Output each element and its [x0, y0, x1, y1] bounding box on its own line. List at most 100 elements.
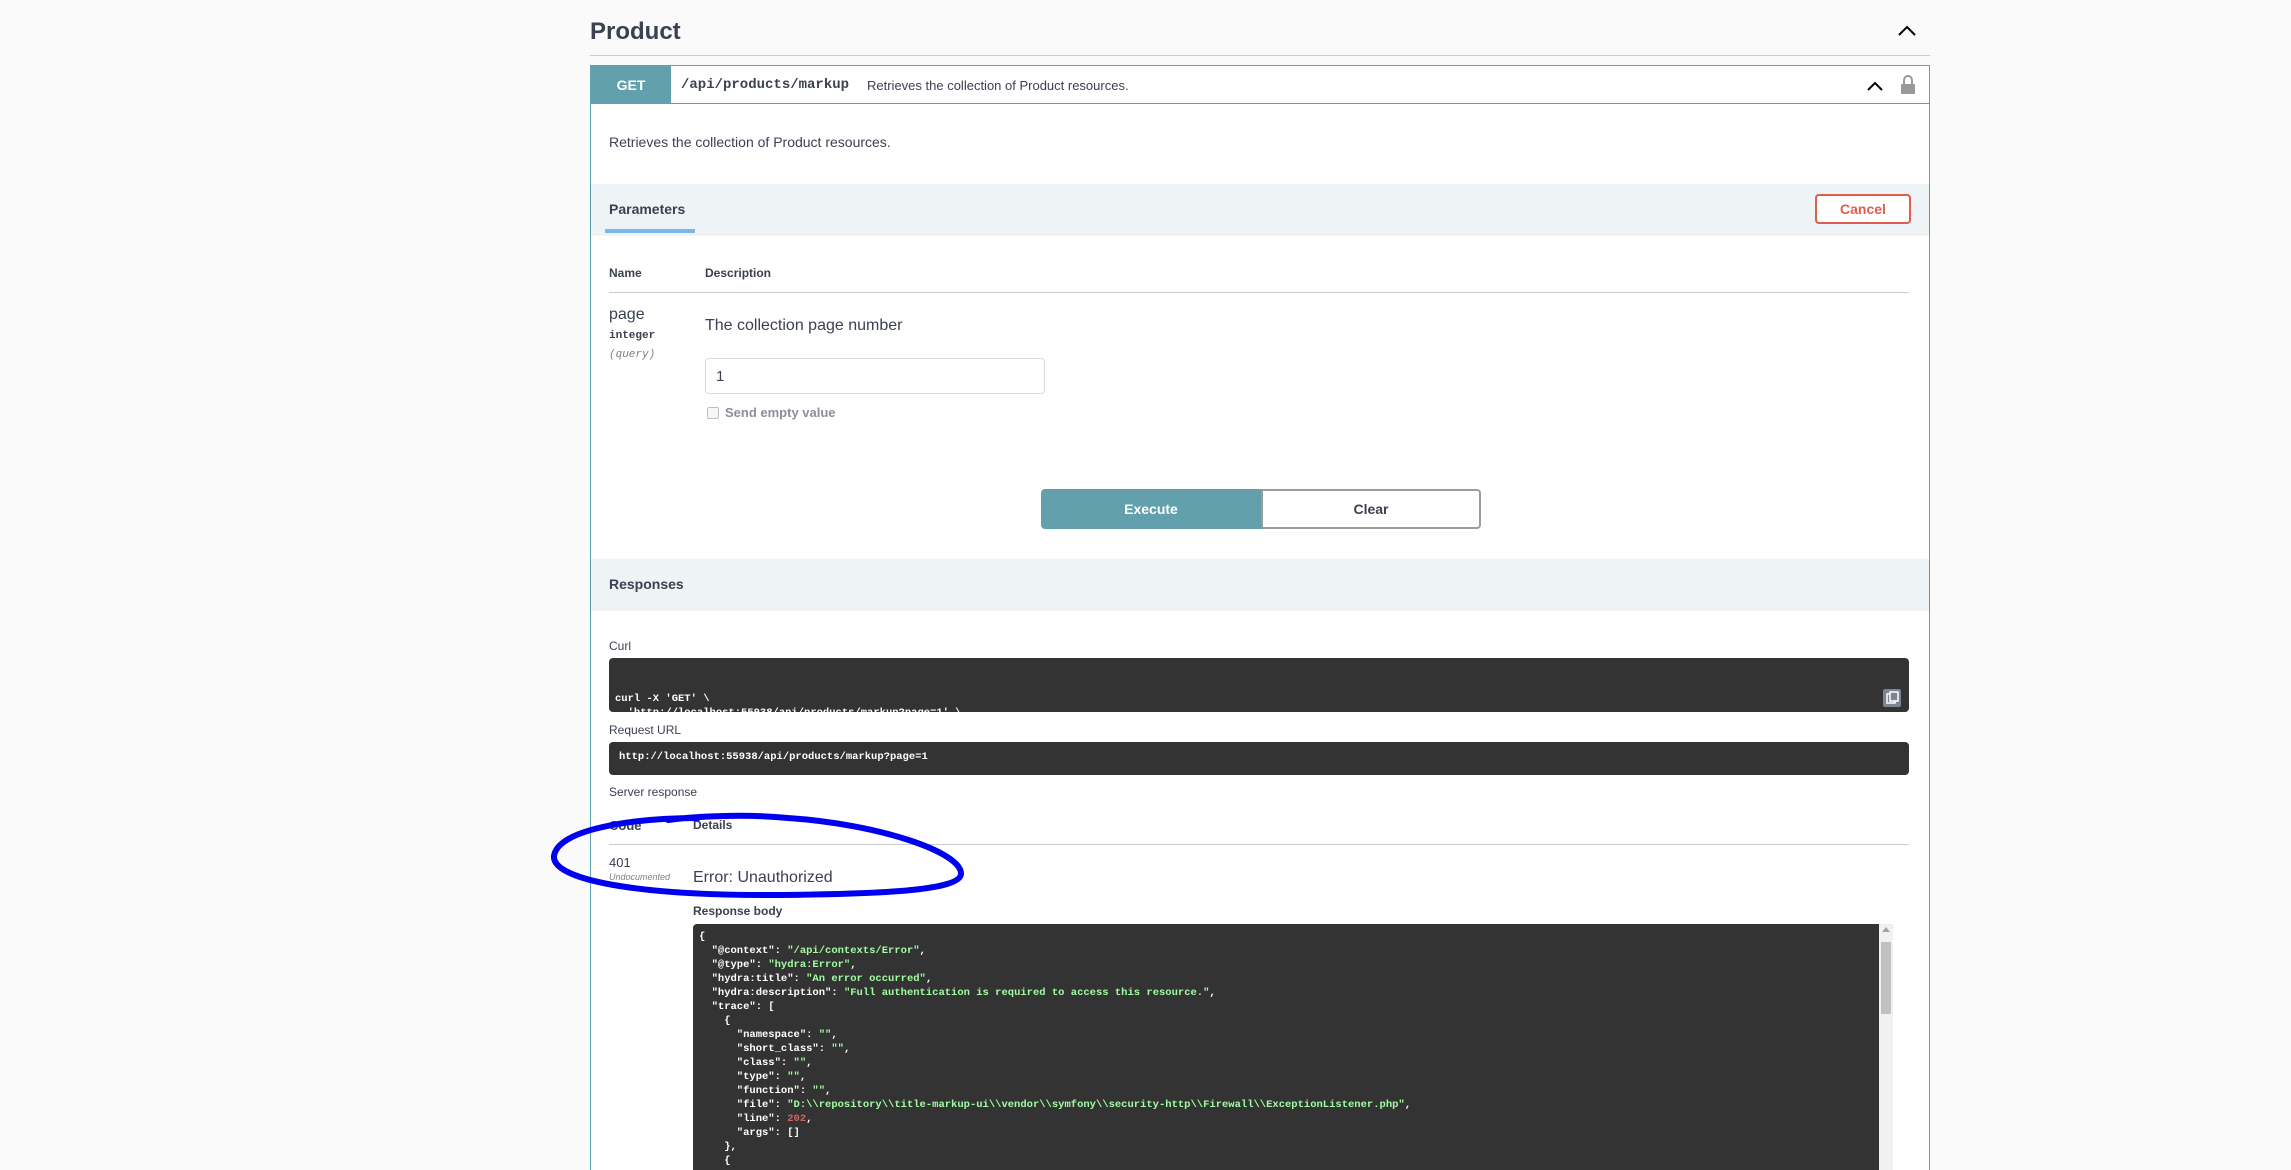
execute-button[interactable]: Execute [1041, 489, 1261, 529]
curl-label: Curl [609, 639, 632, 653]
json-token: "@context": [699, 945, 788, 957]
json-line: "function": "", [699, 1084, 1411, 1098]
lock-icon[interactable] [1899, 74, 1917, 96]
send-empty-label: Send empty value [725, 405, 836, 420]
json-token: { [699, 1015, 731, 1027]
json-string: "/api/contexts/Error" [787, 945, 920, 957]
json-line: "hydra:description": "Full authenticatio… [699, 986, 1411, 1000]
tag-title: Product [590, 18, 681, 45]
param-type: integer [609, 330, 656, 342]
json-line: { [699, 930, 1411, 944]
server-response-label: Server response [609, 785, 698, 799]
json-token: , [919, 945, 926, 957]
responses-header: Responses [591, 559, 1929, 609]
column-description-header: Description [705, 266, 772, 280]
operation-summary[interactable]: GET /api/products/markup Retrieves the c… [591, 66, 1929, 104]
json-token: "class": [699, 1057, 794, 1069]
status-code: 401 [609, 855, 631, 870]
json-token: { [699, 1155, 731, 1167]
json-line: { [699, 1014, 1411, 1028]
responses-title: Responses [609, 576, 684, 592]
json-line: "trace": [ [699, 1000, 1411, 1014]
json-token: , [843, 1043, 851, 1055]
chevron-up-icon[interactable] [1865, 76, 1885, 96]
param-description: The collection page number [705, 317, 903, 334]
parameters-header: Parameters Cancel [591, 184, 1929, 234]
curl-command-box[interactable]: curl -X 'GET' \ 'http://localhost:55938/… [609, 658, 1909, 733]
request-url-box[interactable]: http://localhost:55938/api/products/mark… [609, 742, 1909, 775]
response-body-box[interactable]: { "@context": "/api/contexts/Error", "@t… [693, 924, 1893, 1170]
param-name: page [609, 306, 645, 323]
json-token: , [799, 1071, 807, 1083]
json-line: "short_class": "", [699, 1042, 1411, 1056]
json-token: "trace": [ [699, 1001, 775, 1013]
json-line: { [699, 1154, 1411, 1168]
json-token: "hydra:description": [699, 987, 844, 999]
clear-button[interactable]: Clear [1261, 489, 1481, 529]
undocumented-label: Undocumented [609, 872, 671, 882]
curl-command-text: curl -X 'GET' \ 'http://localhost:55938/… [615, 692, 1903, 734]
json-token: , [825, 1085, 832, 1097]
scroll-up-icon[interactable] [1882, 927, 1890, 932]
operation-block: GET /api/products/markup Retrieves the c… [590, 65, 1930, 1170]
json-number: 202 [787, 1113, 807, 1125]
operation-description: Retrieves the collection of Product reso… [609, 134, 891, 150]
json-token: "@type": [699, 959, 769, 971]
error-message: Error: Unauthorized [693, 869, 833, 886]
json-token: }, [699, 1141, 737, 1153]
curl-line: 'http://localhost:55938/api/products/mar… [615, 707, 962, 719]
json-string: "" [812, 1085, 826, 1097]
json-string: "An error occurred" [806, 973, 926, 985]
json-token: { [699, 931, 706, 943]
json-token: , [831, 1029, 838, 1041]
json-line: "@type": "hydra:Error", [699, 958, 1411, 972]
json-token: "line": [699, 1113, 788, 1125]
json-token: "function": [699, 1085, 813, 1097]
curl-line: -H 'accept: application/ld+json' [615, 721, 830, 733]
request-url-label: Request URL [609, 723, 682, 737]
divider [609, 292, 1909, 293]
page-input[interactable] [705, 358, 1045, 394]
json-token: "type": [699, 1071, 788, 1083]
json-line: "class": "", [699, 1056, 1411, 1070]
curl-line: curl -X 'GET' \ [615, 693, 710, 705]
json-token: , [1209, 987, 1216, 999]
json-string: "Full authentication is required to acce… [843, 987, 1210, 999]
json-token: , [925, 973, 933, 985]
json-token: , [806, 1113, 813, 1125]
param-location: (query) [609, 349, 656, 361]
json-token: "short_class": [699, 1043, 832, 1055]
json-string: "" [787, 1071, 800, 1083]
response-body-json: { "@context": "/api/contexts/Error", "@t… [699, 930, 1411, 1168]
scrollbar-thumb[interactable] [1881, 942, 1891, 1014]
json-line: "@context": "/api/contexts/Error", [699, 944, 1411, 958]
json-token: "args": [] [699, 1127, 800, 1139]
json-line: "hydra:title": "An error occurred", [699, 972, 1411, 986]
cancel-button[interactable]: Cancel [1815, 194, 1911, 224]
json-string: "D:\\repository\\title-markup-ui\\vendor… [787, 1099, 1405, 1111]
json-line: "file": "D:\\repository\\title-markup-ui… [699, 1098, 1411, 1112]
json-token: , [850, 959, 857, 971]
tag-header-product[interactable]: Product [590, 0, 1930, 56]
json-token: , [806, 1057, 813, 1069]
operation-summary-text: Retrieves the collection of Product reso… [867, 78, 1129, 93]
json-token: "hydra:title": [699, 973, 807, 985]
json-token: "file": [699, 1099, 788, 1111]
tab-active-indicator [605, 229, 695, 233]
json-string: "" [793, 1057, 807, 1069]
tab-parameters[interactable]: Parameters [609, 201, 685, 217]
json-line: "type": "", [699, 1070, 1411, 1084]
scrollbar[interactable] [1879, 924, 1893, 1170]
json-string: "" [818, 1029, 832, 1041]
send-empty-checkbox[interactable] [707, 407, 719, 419]
copy-icon[interactable] [1883, 689, 1901, 707]
column-details-header: Details [693, 818, 733, 832]
divider [609, 844, 1909, 845]
response-body-label: Response body [693, 904, 783, 918]
operation-path: /api/products/markup [681, 77, 850, 93]
column-code-header: Code [609, 818, 642, 833]
json-line: }, [699, 1140, 1411, 1154]
chevron-up-icon[interactable] [1896, 20, 1918, 42]
json-string: "hydra:Error" [768, 959, 851, 971]
json-token: , [1404, 1099, 1412, 1111]
